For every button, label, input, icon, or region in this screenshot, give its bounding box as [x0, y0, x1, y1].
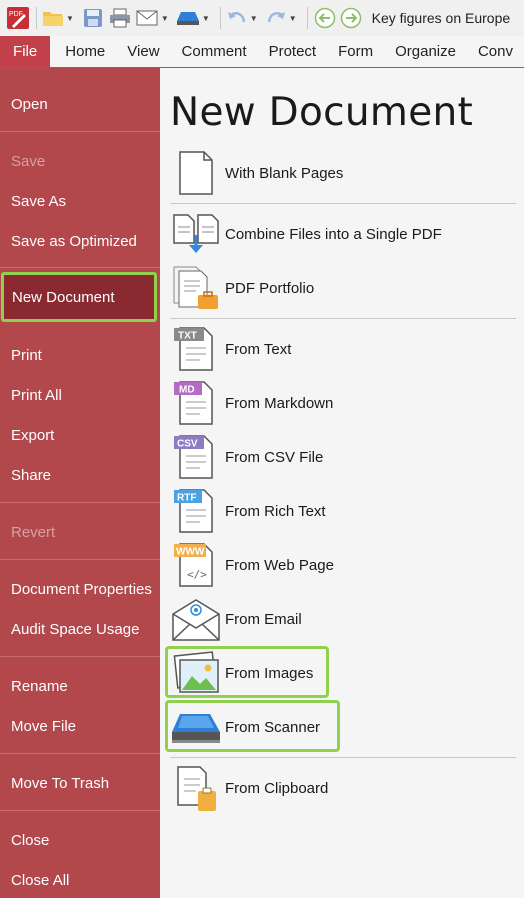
menu-open[interactable]: Open — [0, 84, 160, 124]
menu-print[interactable]: Print — [0, 335, 160, 375]
pdf-portfolio-item[interactable]: PDF Portfolio — [170, 263, 510, 313]
new-blank-pages-item[interactable]: With Blank Pages — [170, 148, 510, 198]
from-csv-item[interactable]: CSV From CSV File — [170, 432, 510, 482]
document-title: Key figures on Europe — [371, 10, 511, 26]
quick-access-toolbar: PDF ▼ ▼ ▼ ▼ ▼ Key figures on Europe — [0, 0, 524, 36]
undo-icon[interactable] — [225, 6, 249, 30]
from-csv-label: From CSV File — [225, 448, 324, 466]
from-rich-text-label: From Rich Text — [225, 502, 326, 520]
svg-text:MD: MD — [179, 385, 195, 396]
from-web-page-label: From Web Page — [225, 556, 334, 574]
combine-files-icon — [170, 209, 225, 259]
menu-document-properties[interactable]: Document Properties — [0, 569, 160, 609]
menu-separator — [0, 559, 160, 560]
email-file-icon — [170, 594, 225, 644]
tab-protect[interactable]: Protect — [258, 36, 328, 67]
menu-move-to-trash[interactable]: Move To Trash — [0, 763, 160, 803]
ribbon-tabs: File Home View Comment Protect Form Orga… — [0, 36, 524, 68]
from-text-item[interactable]: TXT From Text — [170, 324, 510, 374]
menu-separator — [0, 810, 160, 811]
menu-print-all[interactable]: Print All — [0, 375, 160, 415]
clipboard-icon — [170, 763, 225, 813]
highlight-from-images — [165, 646, 329, 698]
menu-close[interactable]: Close — [0, 820, 160, 860]
tab-view[interactable]: View — [116, 36, 170, 67]
toolbar-separator — [219, 7, 221, 29]
scanner-icon[interactable] — [175, 6, 201, 30]
print-icon[interactable] — [106, 6, 134, 30]
tab-organize[interactable]: Organize — [384, 36, 467, 67]
panel-separator — [170, 757, 516, 758]
toolbar-separator — [36, 7, 37, 29]
menu-rename[interactable]: Rename — [0, 666, 160, 706]
from-rich-text-item[interactable]: RTF From Rich Text — [170, 486, 510, 536]
pdf-app-icon[interactable]: PDF — [4, 6, 32, 30]
open-folder-icon[interactable] — [41, 6, 65, 30]
from-markdown-item[interactable]: MD From Markdown — [170, 378, 510, 428]
chevron-down-icon[interactable]: ▼ — [289, 14, 297, 23]
menu-separator — [0, 753, 160, 754]
from-email-item[interactable]: From Email — [170, 594, 510, 644]
forward-icon[interactable] — [338, 6, 364, 30]
tab-convert[interactable]: Conv — [467, 36, 524, 67]
tab-form[interactable]: Form — [327, 36, 384, 67]
toolbar-separator — [306, 7, 308, 29]
new-document-panel: New Document With Blank Pages Combine Fi… — [160, 68, 524, 898]
rtf-file-icon: RTF — [170, 486, 225, 536]
menu-save-as[interactable]: Save As — [0, 181, 160, 221]
svg-text:</>: </> — [187, 568, 207, 581]
menu-save-as-optimized[interactable]: Save as Optimized — [0, 221, 160, 261]
save-icon[interactable] — [80, 6, 106, 30]
svg-text:RTF: RTF — [177, 493, 196, 504]
redo-icon[interactable] — [264, 6, 288, 30]
svg-text:CSV: CSV — [177, 439, 198, 450]
tab-home[interactable]: Home — [50, 36, 116, 67]
menu-separator — [0, 267, 160, 268]
panel-separator — [170, 318, 516, 319]
menu-share[interactable]: Share — [0, 455, 160, 495]
highlight-from-scanner — [165, 700, 340, 752]
panel-separator — [170, 203, 516, 204]
email-icon[interactable] — [134, 6, 160, 30]
from-email-label: From Email — [225, 610, 302, 628]
menu-audit-space-usage[interactable]: Audit Space Usage — [0, 609, 160, 649]
back-icon[interactable] — [312, 6, 338, 30]
file-menu: Open Save Save As Save as Optimized New … — [0, 68, 160, 898]
menu-export[interactable]: Export — [0, 415, 160, 455]
combine-files-item[interactable]: Combine Files into a Single PDF — [170, 209, 510, 259]
tab-file[interactable]: File — [0, 36, 51, 67]
menu-close-all[interactable]: Close All — [0, 860, 160, 898]
menu-save: Save — [11, 152, 46, 170]
from-web-page-item[interactable]: </> WWW From Web Page — [170, 540, 510, 590]
from-clipboard-label: From Clipboard — [225, 779, 329, 797]
portfolio-icon — [170, 263, 225, 313]
menu-revert: Revert — [11, 523, 56, 541]
chevron-down-icon[interactable]: ▼ — [250, 14, 258, 23]
menu-separator — [0, 656, 160, 657]
page-title: New Document — [170, 90, 474, 135]
blank-page-icon — [170, 148, 225, 198]
txt-file-icon: TXT — [170, 324, 225, 374]
new-blank-pages-label: With Blank Pages — [225, 164, 344, 182]
chevron-down-icon[interactable]: ▼ — [161, 14, 169, 23]
menu-move-file[interactable]: Move File — [0, 706, 160, 746]
combine-files-label: Combine Files into a Single PDF — [225, 225, 442, 243]
menu-new-document[interactable]: New Document — [1, 272, 157, 322]
from-clipboard-item[interactable]: From Clipboard — [170, 763, 510, 813]
svg-text:PDF: PDF — [9, 11, 23, 18]
chevron-down-icon[interactable]: ▼ — [66, 14, 74, 23]
md-file-icon: MD — [170, 378, 225, 428]
menu-separator — [0, 502, 160, 503]
tab-comment[interactable]: Comment — [171, 36, 258, 67]
svg-text:TXT: TXT — [178, 331, 197, 342]
svg-text:WWW: WWW — [176, 547, 205, 558]
chevron-down-icon[interactable]: ▼ — [202, 14, 210, 23]
www-file-icon: </> WWW — [170, 540, 225, 590]
from-markdown-label: From Markdown — [225, 394, 334, 412]
pdf-portfolio-label: PDF Portfolio — [225, 279, 315, 297]
from-text-label: From Text — [225, 340, 292, 358]
menu-separator — [0, 131, 160, 132]
csv-file-icon: CSV — [170, 432, 225, 482]
